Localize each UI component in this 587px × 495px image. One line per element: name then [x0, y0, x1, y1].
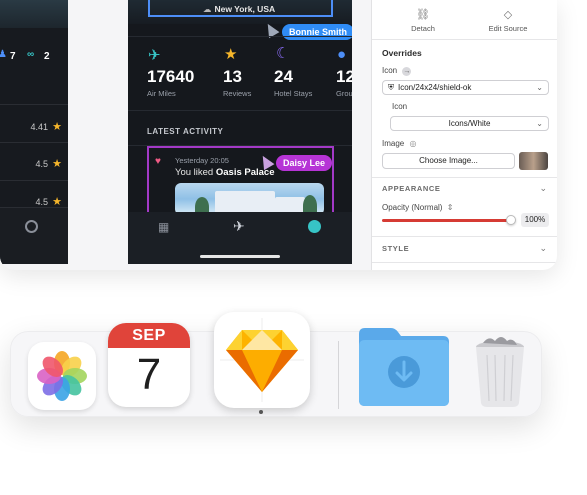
hotel-icon[interactable]: ▦: [158, 220, 169, 234]
chevron-updown-icon: ⌄: [536, 83, 543, 92]
tab-bar: [0, 207, 68, 264]
divider: [372, 262, 557, 263]
calendar-icon[interactable]: SEP 7: [108, 323, 190, 407]
people-icon: ♟: [0, 49, 7, 60]
screen: ♟ 7 ∞ 2 4.41 ★ 4.5 ★ 4.5 ★ ☁ New York, U…: [0, 0, 587, 495]
diamond-icon: ◇: [503, 9, 513, 21]
edit-source-button[interactable]: ◇ Edit Source: [473, 8, 543, 33]
airplane-icon[interactable]: ✈: [233, 218, 245, 235]
activity-text: You liked Oasis Palace: [175, 167, 275, 178]
section-title: LATEST ACTIVITY: [147, 127, 224, 136]
rating-value: 4.41: [30, 122, 48, 132]
image-override-label: Image ◎: [382, 139, 416, 148]
divider: [372, 236, 557, 237]
profile-icon[interactable]: [308, 220, 321, 233]
stat-air-miles-label: Air Miles: [147, 89, 176, 98]
chevron-updown-icon: ⌄: [536, 119, 543, 128]
cloud-icon: ☁: [203, 4, 212, 14]
collaborator-label: Daisy Lee: [276, 155, 333, 171]
opacity-slider-handle[interactable]: [506, 215, 516, 225]
choose-image-button[interactable]: Choose Image...: [382, 153, 515, 169]
airplane-icon: ✈: [148, 47, 161, 64]
dock-separator: [338, 341, 339, 409]
stat-air-miles-value: 17640: [147, 67, 195, 86]
star-icon: ★: [224, 46, 238, 63]
activity-time: Yesterday 20:05: [175, 156, 229, 165]
opacity-value-field[interactable]: 100%: [521, 213, 549, 227]
divider: [372, 39, 557, 40]
stat-group-value: 12: [336, 67, 352, 86]
detach-label: Detach: [411, 24, 435, 33]
rating-value: 4.5: [35, 159, 48, 169]
nested-icon-select[interactable]: Icons/White ⌄: [390, 116, 549, 131]
activity-text-prefix: You liked: [175, 167, 216, 178]
rating-value: 4.5: [35, 197, 48, 207]
stat-hotel-value: 24: [274, 67, 293, 86]
chevron-down-icon[interactable]: ⌄: [539, 183, 547, 194]
star-icon: ★: [52, 158, 62, 170]
stat-hotel-label: Hotel Stays: [274, 89, 313, 98]
icon-override-select[interactable]: ⛨ Icon/24x24/shield-ok ⌄: [382, 80, 549, 95]
appearance-section-title[interactable]: APPEARANCE: [382, 184, 441, 193]
stat-reviews-label: Reviews: [223, 89, 252, 98]
nested-icon-label: Icon: [392, 102, 408, 111]
binoculars-icon: ∞: [27, 49, 35, 60]
nested-icon-value: Icons/White: [448, 119, 491, 128]
edit-source-label: Edit Source: [488, 24, 528, 33]
go-to-symbol-icon[interactable]: →: [402, 67, 412, 76]
sketch-icon[interactable]: [214, 312, 310, 408]
shield-icon: ⛨: [388, 82, 394, 92]
artboard-left[interactable]: ♟ 7 ∞ 2 4.41 ★ 4.5 ★ 4.5 ★: [0, 0, 68, 264]
opacity-slider[interactable]: [382, 219, 512, 222]
divider: [128, 36, 352, 37]
activity-photo: [175, 183, 324, 215]
detach-icon: ⛓: [416, 9, 430, 21]
stat-value: 7: [10, 51, 16, 62]
design-canvas[interactable]: ♟ 7 ∞ 2 4.41 ★ 4.5 ★ 4.5 ★ ☁ New York, U…: [0, 0, 371, 270]
icon-override-value: Icon/24x24/shield-ok: [398, 83, 472, 92]
image-label-text: Image: [382, 139, 405, 148]
chevron-updown-icon: ⇕: [446, 203, 454, 212]
photos-icon[interactable]: [28, 342, 96, 410]
location-label: ☁ New York, USA: [203, 4, 275, 15]
profile-icon[interactable]: [25, 220, 38, 233]
sketch-window: ♟ 7 ∞ 2 4.41 ★ 4.5 ★ 4.5 ★ ☁ New York, U…: [0, 0, 557, 270]
image-fill-icon: ◎: [409, 139, 417, 148]
stat-value: 2: [44, 51, 50, 62]
stat-reviews-value: 13: [223, 67, 242, 86]
star-icon: ★: [52, 121, 62, 133]
location-text: New York, USA: [214, 4, 276, 14]
downloads-folder-icon[interactable]: [357, 324, 451, 408]
chevron-down-icon[interactable]: ⌄: [539, 243, 547, 254]
inspector-panel: ⛓ Detach ◇ Edit Source Overrides Icon → …: [371, 0, 557, 270]
divider: [128, 110, 352, 111]
group-icon: ●: [337, 46, 347, 63]
style-section-title[interactable]: STYLE: [382, 244, 409, 253]
divider: [372, 177, 557, 178]
heart-icon: ♥: [155, 156, 161, 167]
stat-group-label: Grou: [336, 89, 352, 98]
icon-override-label: Icon →: [382, 66, 412, 76]
overrides-heading: Overrides: [382, 48, 422, 58]
collaborator-label: Bonnie Smith: [282, 24, 352, 40]
trash-icon[interactable]: [471, 335, 529, 409]
detach-button[interactable]: ⛓ Detach: [388, 8, 458, 33]
running-indicator: [259, 410, 263, 414]
opacity-label-text: Opacity (Normal): [382, 203, 443, 212]
moon-icon: ☾: [276, 45, 290, 62]
home-indicator: [200, 255, 280, 258]
artboard-profile[interactable]: ☁ New York, USA Bonnie Smith ✈ 17640 Air …: [128, 0, 352, 264]
image-thumbnail[interactable]: [519, 152, 548, 170]
divider: [0, 180, 68, 181]
icon-label-text: Icon: [382, 66, 398, 75]
artboard-left-header-image: [0, 0, 68, 28]
calendar-day: 7: [136, 350, 162, 399]
divider: [0, 142, 68, 143]
opacity-label[interactable]: Opacity (Normal) ⇕: [382, 203, 453, 212]
calendar-month: SEP: [108, 323, 190, 348]
divider: [0, 104, 68, 105]
